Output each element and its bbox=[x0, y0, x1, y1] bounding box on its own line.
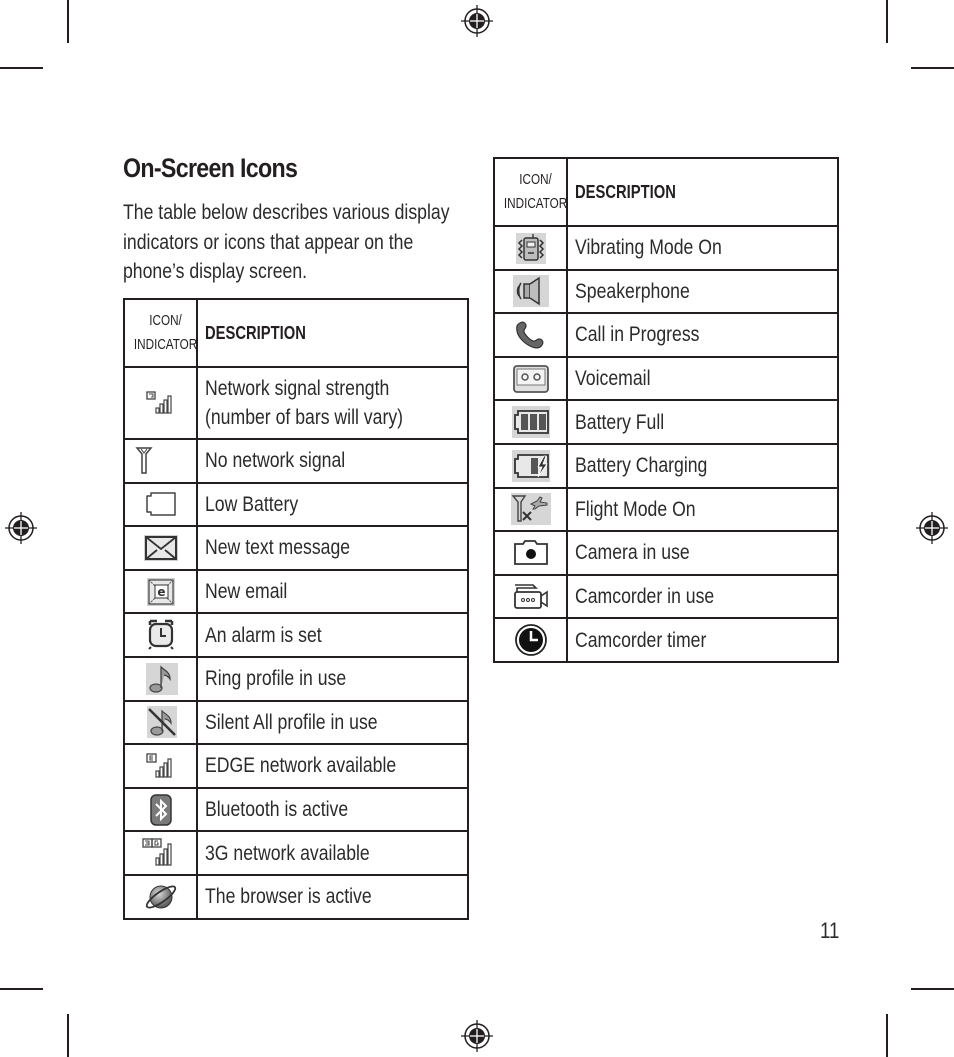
page-number: 11 bbox=[820, 918, 840, 943]
battery-full-icon bbox=[511, 405, 551, 439]
header-icon-label: ICON/ bbox=[519, 171, 552, 188]
registration-mark-icon bbox=[460, 1019, 494, 1053]
vibrate-icon bbox=[511, 231, 551, 265]
flight-mode-icon bbox=[510, 492, 551, 526]
registration-mark-icon bbox=[460, 4, 494, 38]
page-title: On-Screen Icons bbox=[123, 153, 298, 183]
row-description: 3G network available bbox=[205, 841, 370, 865]
table-row: Flight Mode On bbox=[493, 486, 839, 533]
table-row: New text message bbox=[123, 525, 469, 571]
table-row: Call in Progress bbox=[493, 312, 839, 358]
row-description: Camcorder timer bbox=[575, 628, 707, 652]
row-description: New text message bbox=[205, 536, 351, 560]
crop-mark bbox=[911, 988, 954, 990]
table-row: Camera in use bbox=[493, 530, 839, 576]
silent-note-icon bbox=[141, 705, 181, 739]
table-row: Camcorder timer bbox=[493, 617, 839, 663]
table-row: The browser is active bbox=[123, 873, 469, 920]
table-row: e New email bbox=[123, 568, 469, 615]
row-description: Call in Progress bbox=[575, 323, 700, 347]
icon-table-right: ICON/INDICATOR DESCRIPTION Vibrating Mod… bbox=[493, 157, 839, 663]
crop-mark bbox=[911, 67, 954, 69]
crop-mark bbox=[67, 0, 69, 43]
table-row: Ring profile in use bbox=[123, 655, 469, 702]
alarm-clock-icon bbox=[141, 618, 181, 652]
network-signal-g-icon bbox=[141, 386, 181, 420]
header-icon-indicator: ICON/INDICATOR bbox=[493, 157, 568, 227]
row-description: Silent All profile in use bbox=[205, 710, 378, 734]
table-row: No network signal bbox=[123, 438, 469, 484]
header-description: DESCRIPTION bbox=[196, 298, 469, 368]
row-description: Battery Charging bbox=[575, 454, 708, 478]
table-row: Speakerphone bbox=[493, 268, 839, 315]
row-description: The browser is active bbox=[205, 885, 372, 909]
table-row: Bluetooth is active bbox=[123, 786, 469, 833]
camcorder-icon bbox=[511, 580, 551, 614]
crop-mark bbox=[0, 67, 43, 69]
low-battery-icon bbox=[141, 487, 181, 521]
row-description: No network signal bbox=[205, 449, 346, 473]
table-row: Low Battery bbox=[123, 481, 469, 528]
row-description: Camcorder in use bbox=[575, 585, 715, 609]
bluetooth-icon bbox=[141, 793, 181, 827]
phone-handset-icon bbox=[511, 318, 551, 352]
row-description: Bluetooth is active bbox=[205, 798, 349, 822]
table-row: 3G network available bbox=[123, 830, 469, 876]
edge-signal-icon bbox=[141, 749, 181, 783]
header-icon-indicator: ICON/INDICATOR bbox=[123, 298, 198, 368]
row-description: An alarm is set bbox=[205, 623, 322, 647]
crop-mark bbox=[67, 1014, 69, 1057]
row-description: New email bbox=[205, 580, 288, 604]
row-description: Vibrating Mode On bbox=[575, 236, 722, 260]
header-icon-label: ICON/ bbox=[149, 312, 182, 329]
row-description: Ring profile in use bbox=[205, 667, 347, 691]
table-row: Camcorder in use bbox=[493, 573, 839, 620]
crop-mark bbox=[886, 1014, 888, 1057]
music-note-icon bbox=[141, 662, 181, 696]
registration-mark-icon bbox=[4, 511, 38, 545]
table-row: EDGE network available bbox=[123, 743, 469, 789]
row-description: Speakerphone bbox=[575, 279, 690, 303]
table-row: Battery Full bbox=[493, 399, 839, 445]
icon-table-left: ICON/INDICATOR DESCRIPTION Network signa… bbox=[123, 298, 469, 920]
header-indicator-label: INDICATOR bbox=[133, 336, 198, 353]
registration-mark-icon bbox=[915, 511, 949, 545]
header-description: DESCRIPTION bbox=[566, 157, 839, 227]
crop-mark bbox=[0, 988, 43, 990]
table-header-row: ICON/INDICATOR DESCRIPTION bbox=[493, 157, 839, 227]
row-description: Voicemail bbox=[575, 367, 651, 391]
row-description: Camera in use bbox=[575, 541, 690, 565]
table-row: An alarm is set bbox=[123, 612, 469, 658]
table-row: Vibrating Mode On bbox=[493, 225, 839, 271]
row-description: Low Battery bbox=[205, 492, 299, 516]
intro-paragraph: The table below describes various displa… bbox=[123, 201, 450, 283]
row-description: Flight Mode On bbox=[575, 497, 696, 521]
table-row: Battery Charging bbox=[493, 442, 839, 489]
svg-text:e: e bbox=[157, 585, 165, 599]
crop-mark bbox=[886, 0, 888, 43]
speakerphone-icon bbox=[511, 274, 551, 308]
envelope-icon bbox=[141, 531, 181, 565]
header-indicator-label: INDICATOR bbox=[503, 195, 568, 212]
table-row: Silent All profile in use bbox=[123, 699, 469, 746]
3g-signal-icon bbox=[141, 836, 181, 870]
row-description: Network signal strength (number of bars … bbox=[205, 377, 404, 429]
table-row: Network signal strength (number of bars … bbox=[123, 366, 469, 440]
battery-charging-icon bbox=[511, 449, 551, 483]
table-row: Voicemail bbox=[493, 355, 839, 402]
row-description: EDGE network available bbox=[205, 754, 397, 778]
browser-globe-icon bbox=[141, 880, 181, 914]
email-icon: e bbox=[141, 575, 181, 609]
timer-icon bbox=[511, 623, 551, 657]
row-description: Battery Full bbox=[575, 410, 665, 434]
no-network-antenna-icon bbox=[133, 444, 173, 478]
camera-icon bbox=[511, 536, 551, 570]
voicemail-icon bbox=[511, 362, 551, 396]
table-header-row: ICON/INDICATOR DESCRIPTION bbox=[123, 298, 469, 368]
